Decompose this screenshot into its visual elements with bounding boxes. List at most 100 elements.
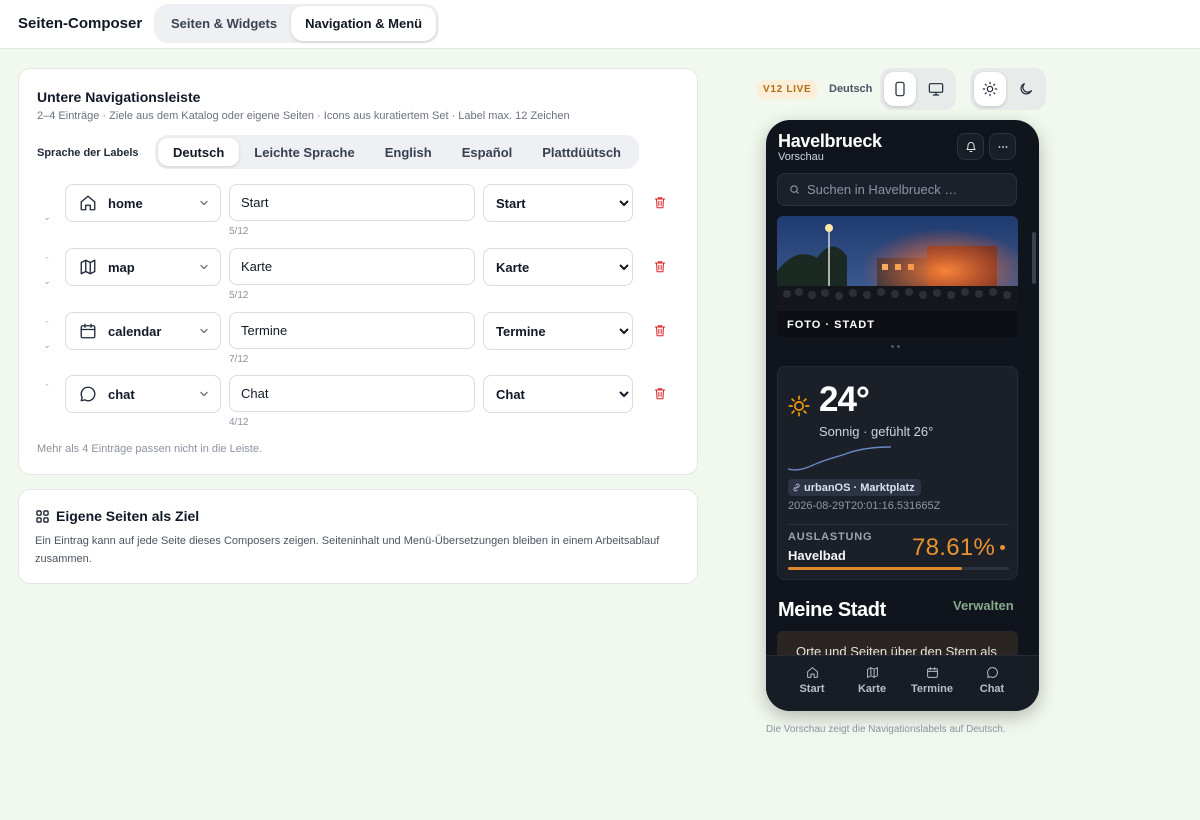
preview-scrollbar[interactable] [1032, 232, 1036, 284]
target-select[interactable]: Chat [483, 375, 633, 413]
utilization-bar-fill [788, 567, 962, 570]
chat-icon [986, 666, 999, 679]
dark-theme-button[interactable] [1010, 72, 1042, 106]
chat-icon [79, 385, 97, 403]
nav-item-chat[interactable]: Chat [962, 656, 1022, 711]
nav-label: Start [799, 683, 825, 695]
reorder-handle: ˆ ⌄ [41, 252, 53, 288]
lang-english[interactable]: English [370, 138, 447, 166]
light-theme-button[interactable] [974, 72, 1006, 106]
move-down-icon[interactable]: ⌄ [43, 213, 51, 222]
nav-label: Karte [857, 683, 887, 695]
calendar-icon [926, 666, 939, 679]
bell-icon [966, 141, 975, 152]
nav-item-karte[interactable]: Karte [842, 656, 902, 711]
char-counter: 4/12 [229, 417, 249, 428]
city-search[interactable]: Suchen in Havelbrueck … [777, 173, 1017, 206]
card-title: Untere Navigationsleiste [37, 89, 201, 105]
sun-icon [982, 81, 998, 97]
more-button[interactable] [989, 133, 1016, 160]
map-icon [866, 666, 879, 679]
reorder-handle: ⌄ [41, 188, 53, 224]
lang-plattduetsch[interactable]: Plattdüütsch [527, 138, 636, 166]
trash-icon[interactable] [653, 259, 667, 274]
theme-toggle [970, 68, 1046, 110]
icon-select[interactable]: map [65, 248, 221, 286]
mobile-view-button[interactable] [884, 72, 916, 106]
tab-pages-widgets[interactable]: Seiten & Widgets [157, 6, 291, 41]
custom-pages-text: Ein Eintrag kann auf jede Seite dieses C… [35, 535, 660, 565]
icon-select[interactable]: calendar [65, 312, 221, 350]
divider [788, 524, 1009, 525]
city-title: Havelbrueck [778, 131, 882, 151]
link-icon [793, 483, 800, 492]
home-icon [806, 666, 819, 679]
temperature-sparkline [788, 446, 892, 471]
label-input[interactable] [229, 248, 475, 285]
notifications-button[interactable] [957, 133, 984, 160]
moon-icon [1020, 83, 1032, 95]
timestamp: 2026-08-29T20:01:16.531665Z [788, 500, 941, 512]
preview-subtitle: Vorschau [778, 151, 824, 163]
weather-condition: Sonnig · gefühlt 26° [819, 424, 934, 439]
lang-espanol[interactable]: Español [447, 138, 528, 166]
hero-caption: FOTO · STADT [787, 319, 875, 331]
move-down-icon[interactable]: ⌄ [43, 277, 51, 286]
device-toggle [880, 68, 956, 110]
source-label: urbanOS · Marktplatz [804, 481, 915, 494]
nav-entry-row: ˆ ⌄ calendar 7/12 Termine [19, 312, 697, 368]
icon-select[interactable]: chat [65, 375, 221, 413]
target-select[interactable]: Karte [483, 248, 633, 286]
target-select[interactable]: Termine [483, 312, 633, 350]
version-badge: V12 LIVE [756, 80, 819, 99]
limit-note: Mehr als 4 Einträge passen nicht in die … [37, 443, 263, 455]
label-input[interactable] [229, 312, 475, 349]
nav-label: Chat [979, 683, 1005, 695]
weather-widget: 24° Sonnig · gefühlt 26° urbanOS · Markt… [777, 366, 1018, 580]
icon-name: map [108, 259, 135, 275]
target-select[interactable]: Start [483, 184, 633, 222]
move-up-icon[interactable]: ˆ [43, 321, 51, 330]
icon-name: chat [108, 386, 135, 402]
trash-icon[interactable] [653, 323, 667, 338]
hero-photo: FOTO · STADT [777, 216, 1018, 338]
map-icon [79, 258, 97, 276]
nav-item-termine[interactable]: Termine [902, 656, 962, 711]
utilization-label: AUSLASTUNG [788, 531, 873, 543]
chevron-down-icon [199, 198, 209, 208]
trash-icon[interactable] [653, 386, 667, 401]
mode-tabs: Seiten & Widgets Navigation & Menü [154, 4, 440, 43]
nav-item-start[interactable]: Start [782, 656, 842, 711]
grid-icon [36, 510, 49, 523]
temperature: 24° [819, 380, 870, 419]
desktop-view-button[interactable] [920, 72, 952, 106]
search-placeholder: Suchen in Havelbrueck … [807, 182, 958, 197]
manage-link[interactable]: Verwalten [953, 598, 1014, 613]
move-down-icon[interactable]: ⌄ [43, 341, 51, 350]
search-icon [790, 185, 799, 194]
more-horizontal-icon [998, 145, 1007, 148]
carousel-dots[interactable] [891, 345, 900, 348]
char-counter: 7/12 [229, 354, 249, 365]
icon-name: calendar [108, 323, 162, 339]
reorder-handle: ˆ ⌄ [41, 316, 53, 352]
lang-leichte-sprache[interactable]: Leichte Sprache [239, 138, 369, 166]
sun-icon [788, 395, 810, 417]
move-up-icon[interactable]: ˆ [43, 384, 51, 393]
nav-entry-row: ˆ ⌄ map 5/12 Karte [19, 248, 697, 304]
section-title: Meine Stadt [778, 599, 886, 621]
move-up-icon[interactable]: ˆ [43, 257, 51, 266]
preview-note: Die Vorschau zeigt die Navigationslabels… [766, 724, 1006, 735]
label-input[interactable] [229, 184, 475, 221]
chevron-down-icon [199, 262, 209, 272]
chevron-down-icon [199, 389, 209, 399]
lang-deutsch[interactable]: Deutsch [158, 138, 240, 166]
tab-navigation-menu[interactable]: Navigation & Menü [291, 6, 437, 41]
preview-language: Deutsch [829, 83, 873, 95]
icon-name: home [108, 195, 143, 211]
trash-icon[interactable] [653, 195, 667, 210]
top-bar: Seiten-Composer Seiten & Widgets Navigat… [0, 0, 1200, 49]
icon-select[interactable]: home [65, 184, 221, 222]
label-input[interactable] [229, 375, 475, 412]
label-language-switcher: Deutsch Leichte Sprache English Español … [155, 135, 639, 169]
